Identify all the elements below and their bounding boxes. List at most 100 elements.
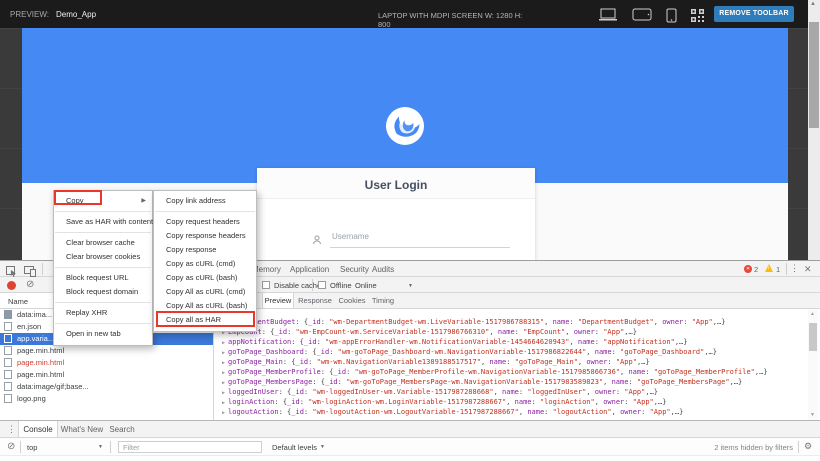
detail-tab-timing[interactable]: Timing [368, 293, 398, 308]
preview-line-gotopage-main[interactable]: ▶ goToPage_Main: {_id: "wm-wm.Navigation… [222, 358, 650, 366]
menu-item-replay-xhr[interactable]: Replay XHR [54, 306, 152, 320]
preview-line-departmentbudget[interactable]: ▶ DepartmentBudget: {_id: "wm-Department… [222, 318, 725, 326]
remove-toolbar-button[interactable]: REMOVE TOOLBAR [714, 6, 794, 22]
detail-tab-cookies[interactable]: Cookies [336, 293, 368, 308]
offline-label: Offline [330, 281, 352, 290]
clear-console-icon[interactable]: ⊘ [7, 441, 15, 452]
scroll-up-icon[interactable]: ▲ [810, 311, 815, 317]
context-select[interactable]: top [27, 443, 37, 452]
screenshot-stage: PREVIEW: Demo_App LAPTOP WITH MDPI SCREE… [0, 0, 820, 461]
toolbar-divider [798, 441, 799, 453]
console-tab-console[interactable]: Console [18, 421, 58, 437]
preview-line-gotopage-dashboard[interactable]: ▶ goToPage_Dashboard: {_id: "wm-goToPage… [222, 348, 717, 356]
console-tab-what-s-new[interactable]: What's New [60, 421, 104, 437]
error-icon[interactable]: ✕ [744, 265, 752, 273]
offline-checkbox[interactable] [318, 281, 326, 289]
app-header-banner [22, 28, 788, 183]
username-field[interactable] [330, 226, 510, 248]
preview-label: PREVIEW: [10, 10, 49, 19]
menu-item-copy-all-as-har[interactable]: Copy all as HAR [154, 313, 256, 327]
toolbar-divider [42, 263, 43, 275]
scroll-down-icon[interactable]: ▼ [810, 412, 815, 418]
menu-item-save-as-har-with-content[interactable]: Save as HAR with content [54, 215, 152, 229]
request-row-page-min-html[interactable]: page.min.html [0, 357, 213, 369]
menu-item-block-request-url[interactable]: Block request URL [54, 271, 152, 285]
close-icon[interactable]: ✕ [804, 264, 812, 275]
preview-line-gotopage-memberspage[interactable]: ▶ goToPage_MembersPage: {_id: "wm-goToPa… [222, 378, 742, 386]
preview-line-loginaction[interactable]: ▶ loginAction: {_id: "wm-loginAction-wm.… [222, 398, 666, 406]
page-scrollbar[interactable]: ▲ [808, 0, 820, 260]
chevron-down-icon[interactable]: ▼ [320, 444, 325, 450]
tab-application[interactable]: Application [290, 265, 329, 274]
request-row-page-min-html[interactable]: page.min.html [0, 345, 213, 357]
kebab-menu-icon[interactable]: ⋮ [790, 263, 799, 274]
menu-item-copy-response-headers[interactable]: Copy response headers [154, 229, 256, 243]
menu-item-open-in-new-tab[interactable]: Open in new tab [54, 327, 152, 341]
file-icon [4, 310, 12, 319]
log-levels-select[interactable]: Default levels [272, 443, 317, 452]
disable-cache-checkbox[interactable] [262, 281, 270, 289]
qr-code-icon[interactable] [690, 8, 705, 23]
menu-item-copy[interactable]: Copy▶ [54, 194, 152, 208]
record-icon[interactable] [7, 281, 16, 290]
scroll-up-icon[interactable]: ▲ [810, 1, 816, 7]
kebab-menu-icon[interactable]: ⋮ [7, 424, 16, 435]
tablet-icon[interactable] [632, 8, 652, 21]
copy-submenu: Copy link addressCopy request headersCop… [153, 190, 257, 332]
preview-line-logoutaction[interactable]: ▶ logoutAction: {_id: "wm-logoutAction-w… [222, 408, 683, 416]
toolbar-divider [20, 441, 21, 453]
request-name: page.min.html [17, 358, 64, 367]
warning-icon[interactable]: ! [765, 264, 773, 272]
preview-line-empcount[interactable]: ▶ EmpCount: {_id: "wm-EmpCount-wm.Servic… [222, 328, 637, 336]
disable-cache-label: Disable cache [274, 281, 321, 290]
user-icon [312, 232, 322, 250]
device-info-label: LAPTOP WITH MDPI SCREEN W: 1280 H: 800 [378, 11, 528, 29]
preview-line-loggedinuser[interactable]: ▶ loggedInUser: {_id: "wm-loggedInUser-w… [222, 388, 658, 396]
warning-count[interactable]: 1 [776, 265, 780, 274]
file-icon [4, 382, 12, 391]
page-scrollbar-thumb[interactable] [809, 22, 819, 128]
tab-audits[interactable]: Audits [372, 265, 394, 274]
phone-icon[interactable] [666, 8, 677, 23]
request-name: data:ima... [17, 310, 52, 319]
app-name: Demo_App [56, 10, 96, 19]
request-row-logo-png[interactable]: logo.png [0, 393, 213, 405]
request-row-data-image-gif-base[interactable]: data:image/gif;base... [0, 381, 213, 393]
menu-item-copy-request-headers[interactable]: Copy request headers [154, 215, 256, 229]
preview-line-gotopage-memberprofile[interactable]: ▶ goToPage_MemberProfile: {_id: "wm-goTo… [222, 368, 768, 376]
preview-line-appnotification[interactable]: ▶ appNotification: {_id: "wm-appErrorHan… [222, 338, 687, 346]
pane-scrollbar-thumb[interactable] [809, 323, 817, 351]
menu-item-block-request-domain[interactable]: Block request domain [54, 285, 152, 299]
request-name: page.min.html [17, 370, 64, 379]
throttling-select[interactable]: Online [355, 281, 377, 290]
menu-item-copy-all-as-curl-cmd[interactable]: Copy All as cURL (cmd) [154, 285, 256, 299]
error-count[interactable]: 2 [754, 265, 758, 274]
detail-tab-preview[interactable]: Preview [262, 293, 294, 308]
laptop-icon[interactable] [598, 8, 618, 21]
context-menu: Copy▶ Save as HAR with content Clear brows… [53, 190, 153, 346]
menu-separator [55, 232, 151, 233]
chevron-down-icon[interactable]: ▼ [98, 444, 103, 450]
clear-icon[interactable]: ⊘ [26, 279, 34, 290]
console-filter-input[interactable] [118, 441, 262, 453]
menu-separator [55, 302, 151, 303]
tab-security[interactable]: Security [340, 265, 369, 274]
request-name: app.varia... [17, 334, 54, 343]
request-row-page-min-html[interactable]: page.min.html [0, 369, 213, 381]
menu-separator [55, 323, 151, 324]
menu-item-copy-link-address[interactable]: Copy link address [154, 194, 256, 208]
menu-item-copy-as-curl-bash[interactable]: Copy as cURL (bash) [154, 271, 256, 285]
request-detail-tabs: HeadersPreviewResponseCookiesTiming [214, 293, 820, 309]
menu-item-copy-response[interactable]: Copy response [154, 243, 256, 257]
menu-item-clear-browser-cache[interactable]: Clear browser cache [54, 236, 152, 250]
console-tab-search[interactable]: Search [104, 421, 140, 437]
chevron-down-icon[interactable]: ▼ [408, 283, 413, 289]
detail-tab-response[interactable]: Response [294, 293, 336, 308]
menu-item-copy-all-as-curl-bash[interactable]: Copy All as cURL (bash) [154, 299, 256, 313]
hidden-items-info: 2 items hidden by filters [714, 443, 793, 452]
menu-item-clear-browser-cookies[interactable]: Clear browser cookies [54, 250, 152, 264]
gear-icon[interactable]: ⚙ [804, 441, 812, 452]
menu-item-copy-as-curl-cmd[interactable]: Copy as cURL (cmd) [154, 257, 256, 271]
preview-pane-scrollbar[interactable]: ▲ ▼ [808, 309, 818, 421]
file-icon [4, 334, 12, 343]
